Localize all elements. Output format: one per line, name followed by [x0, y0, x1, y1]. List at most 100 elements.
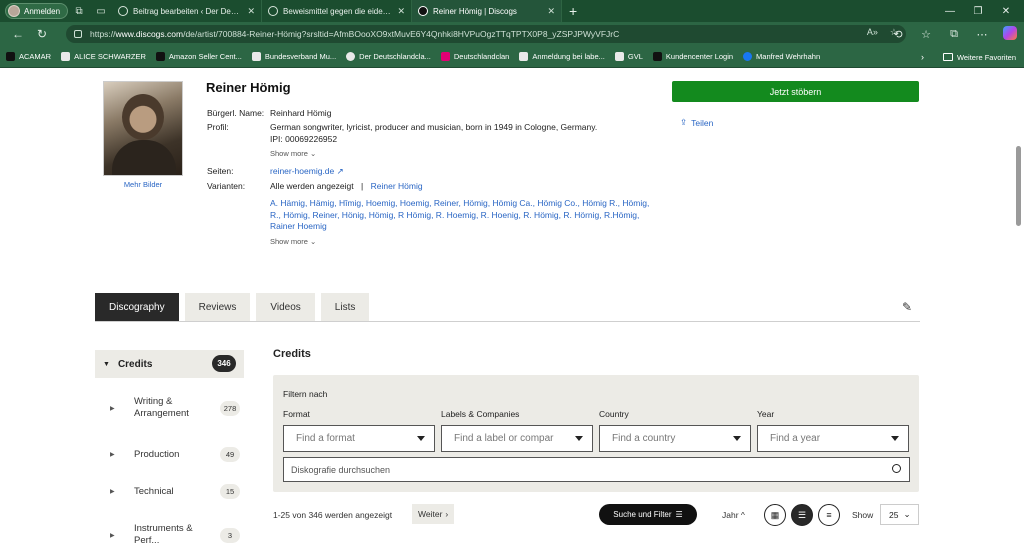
bookmark-manfred-wehrhahn[interactable]: Manfred Wehrhahn [743, 52, 820, 61]
sidebar-item-label: Technical [134, 485, 174, 497]
bookmark-kundencenter[interactable]: Kundencenter Login [652, 52, 734, 61]
favorites-icon[interactable]: ☆ [912, 28, 940, 41]
artist-photo[interactable] [103, 81, 183, 176]
read-aloud-icon[interactable]: A» [867, 27, 878, 38]
show-label: Show [852, 510, 874, 520]
next-button[interactable]: Weiter › [412, 504, 455, 524]
dropdown-arrow-icon [575, 436, 583, 441]
format-label: Format [283, 409, 310, 419]
copilot-icon[interactable] [996, 25, 1024, 43]
site-link[interactable]: reiner-hoemig.de ↗ [270, 166, 344, 177]
site-icon [251, 52, 261, 61]
bookmark-label: Kundencenter Login [665, 52, 734, 61]
format-select[interactable]: Find a format [283, 425, 435, 452]
acamar-icon [6, 52, 15, 61]
labels-select[interactable]: Find a label or compar [441, 425, 593, 452]
close-icon[interactable]: ✕ [547, 6, 555, 17]
window-close-button[interactable]: ✕ [992, 0, 1020, 22]
more-menu-icon[interactable]: ⋯ [968, 28, 996, 41]
search-filter-label: Suche und Filter [613, 510, 672, 519]
show-more-variants[interactable]: Show more ⌄ [270, 237, 316, 246]
url-host: www.discogs.com [115, 29, 184, 39]
labels-label: Labels & Companies [441, 409, 520, 419]
tab-discography[interactable]: Discography [95, 293, 179, 321]
extensions-icon[interactable]: ⟲ [884, 28, 912, 41]
sort-year[interactable]: Jahr ^ [722, 510, 745, 520]
variants-list[interactable]: A. Hämig, Hämig, Hîmig, Hoemig, Hoemig, … [270, 198, 660, 233]
real-name-value: Reinhard Hömig [270, 108, 332, 118]
tab-videos[interactable]: Videos [256, 293, 315, 321]
page-content: Mehr Bilder Reiner Hömig Bürgerl. Name: … [0, 68, 1024, 545]
caret-right-icon: ▶ [110, 452, 115, 458]
year-select[interactable]: Find a year [757, 425, 909, 452]
refresh-button[interactable]: ↻ [30, 22, 54, 46]
back-button[interactable]: ← [6, 22, 30, 46]
dropdown-arrow-icon [417, 436, 425, 441]
search-placeholder: Diskografie durchsuchen [291, 464, 391, 475]
bookmark-acamar[interactable]: ACAMAR [6, 52, 51, 61]
sidebar-item-technical[interactable]: ▶ Technical 15 [110, 484, 240, 499]
bookmark-deutschlandclan[interactable]: Deutschlandclan [440, 52, 509, 61]
search-icon[interactable] [892, 464, 901, 473]
sites-label: Seiten: [207, 166, 234, 176]
bookmark-label: GVL [627, 52, 643, 61]
sidebar-item-writing[interactable]: ▶ Writing & Arrangement 278 [110, 396, 240, 420]
bookmark-deutschlandclan-site[interactable]: Der Deutschlandcla... [346, 52, 431, 61]
profile-button[interactable]: Anmelden [5, 3, 69, 19]
bookmark-anmeldung[interactable]: Anmeldung bei labe... [519, 52, 605, 61]
address-toolbar: ← ↻ https://www.discogs.com/de/artist/70… [0, 22, 1024, 46]
collections-icon[interactable]: ⧉ [940, 28, 968, 41]
address-bar[interactable]: https://www.discogs.com/de/artist/700884… [66, 25, 906, 43]
country-select[interactable]: Find a country [599, 425, 751, 452]
grid-icon: ▦ [770, 509, 780, 520]
scrollbar[interactable] [1016, 146, 1021, 226]
browser-tab[interactable]: Beitrag bearbeiten ‹ Der Deutschl ✕ [112, 0, 263, 22]
new-tab-button[interactable]: + [562, 3, 584, 19]
page-size-select[interactable]: 25 ⌄ [880, 504, 919, 525]
workspaces-icon[interactable]: ⧉ [68, 0, 90, 22]
sidebar-item-production[interactable]: ▶ Production 49 [110, 447, 240, 462]
share-link[interactable]: ⇪ Teilen [680, 117, 713, 128]
tab-actions-icon[interactable]: ▭ [90, 0, 112, 22]
maximize-button[interactable]: ❐ [964, 0, 992, 22]
list-view-button[interactable]: ☰ [791, 504, 813, 526]
globe-icon [268, 6, 279, 16]
variants-separator: | [361, 181, 364, 191]
discography-search-input[interactable]: Diskografie durchsuchen [283, 457, 910, 482]
bookmark-alice-schwarzer[interactable]: ALICE SCHWARZER [61, 52, 146, 61]
bookmark-gvl[interactable]: GVL [614, 52, 643, 61]
minimize-button[interactable]: — [936, 0, 964, 22]
grid-view-button[interactable]: ▦ [764, 504, 786, 526]
search-filter-button[interactable]: Suche und Filter ☰ [599, 504, 697, 525]
tab-reviews[interactable]: Reviews [184, 293, 251, 321]
folder-icon [942, 53, 953, 61]
bookmark-amazon[interactable]: Amazon Seller Cent... [155, 52, 242, 61]
discogs-icon [418, 6, 429, 16]
chevron-right-icon[interactable]: › [921, 46, 924, 68]
sidebar-credits[interactable]: ▼ Credits 346 [95, 350, 244, 378]
section-title: Credits [273, 348, 311, 360]
bookmark-label: Anmeldung bei labe... [532, 52, 605, 61]
variant-current-link[interactable]: Reiner Hömig [371, 181, 423, 191]
country-placeholder: Find a country [612, 433, 676, 444]
compact-view-button[interactable]: ≡ [818, 504, 840, 526]
profile-text: German songwriter, lyricist, producer an… [270, 122, 598, 132]
url-prefix: https:// [90, 29, 116, 39]
close-icon[interactable]: ✕ [247, 6, 255, 17]
chevron-down-icon: ⌄ [903, 509, 911, 519]
caret-right-icon: ▶ [110, 405, 115, 412]
bookmark-bundesverband[interactable]: Bundesverband Mu... [251, 52, 336, 61]
browser-tab[interactable]: Beweismittel gegen die eidesstatt ✕ [262, 0, 413, 22]
tab-lists[interactable]: Lists [320, 293, 370, 321]
more-images-link[interactable]: Mehr Bilder [103, 180, 183, 189]
sidebar-item-label: Instruments & Perf... [134, 523, 193, 545]
show-more-profile[interactable]: Show more ⌄ [270, 149, 316, 158]
edit-icon[interactable]: ✎ [902, 300, 912, 314]
avatar [8, 5, 20, 17]
close-icon[interactable]: ✕ [397, 6, 405, 17]
other-favorites[interactable]: Weitere Favoriten [942, 46, 1016, 68]
browser-tab-active[interactable]: Reiner Hömig | Discogs ✕ [412, 0, 563, 22]
filter-by-label: Filtern nach [283, 389, 328, 399]
sidebar-item-instruments[interactable]: ▶ Instruments & Perf... 3 [110, 523, 240, 545]
explore-button[interactable]: Jetzt stöbern [672, 81, 919, 102]
